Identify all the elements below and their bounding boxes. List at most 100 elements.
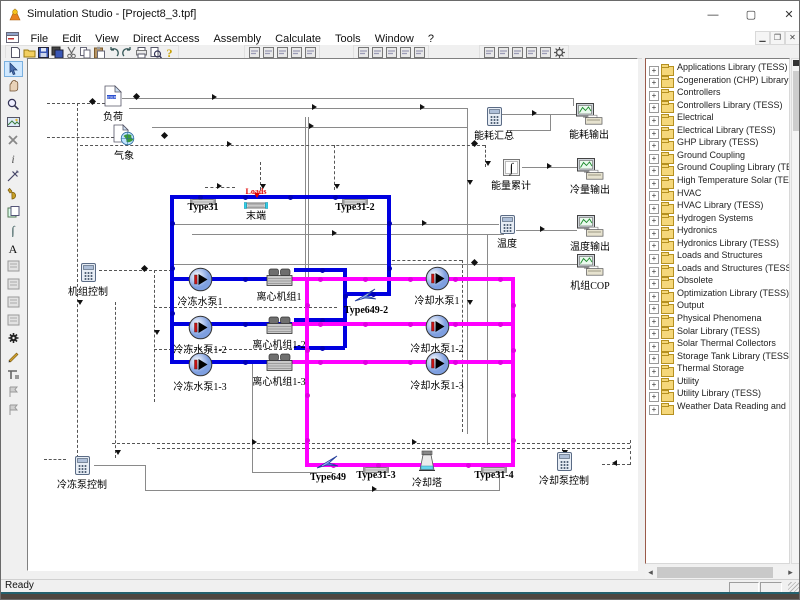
tree-item-applications-library-tess[interactable]: +Applications Library (TESS) xyxy=(649,62,788,74)
export-tool-button[interactable] xyxy=(524,46,538,57)
component-type649-2[interactable] xyxy=(354,287,378,304)
expand-icon[interactable]: + xyxy=(649,405,659,415)
delete-tool[interactable] xyxy=(4,133,23,149)
fit-width-button[interactable] xyxy=(247,46,261,57)
component-cooling-output[interactable] xyxy=(577,158,604,180)
mdi-close-button[interactable]: ✕ xyxy=(785,31,800,45)
menu-edit[interactable]: Edit xyxy=(55,32,88,46)
tree-item-optimization-library-tess[interactable]: +Optimization Library (TESS) xyxy=(649,288,789,300)
maximize-button[interactable]: ▢ xyxy=(734,5,768,25)
component-chilled-pump-control[interactable] xyxy=(75,456,90,475)
tree-item-ground-coupling-library-tess[interactable]: +Ground Coupling Library (TESS) xyxy=(649,162,790,174)
zoom-area-button[interactable] xyxy=(412,46,426,57)
tree-item-weather-data-reading-and-process[interactable]: +Weather Data Reading and Process xyxy=(649,401,790,413)
link-tool[interactable] xyxy=(4,169,23,185)
component-cooling-pump-1-2[interactable] xyxy=(425,314,450,339)
copy-button[interactable] xyxy=(78,46,92,57)
component-temperature[interactable] xyxy=(500,215,515,234)
plot-tool[interactable]: ∫ xyxy=(4,223,23,239)
open-folder-button[interactable] xyxy=(22,46,36,57)
mdi-restore-button[interactable]: ❐ xyxy=(770,31,785,45)
tree-item-storage-tank-library-tess[interactable]: +Storage Tank Library (TESS) xyxy=(649,351,790,363)
scroll-top-box[interactable] xyxy=(793,60,799,66)
tree-item-electrical[interactable]: +Electrical xyxy=(649,112,714,124)
tree-item-solar-thermal-collectors[interactable]: +Solar Thermal Collectors xyxy=(649,338,776,350)
tree-item-physical-phenomena[interactable]: +Physical Phenomena xyxy=(649,313,762,325)
component-type31-3[interactable] xyxy=(363,461,389,469)
print-button[interactable] xyxy=(134,46,148,57)
assembly-tool[interactable] xyxy=(4,205,23,221)
component-unit-control[interactable] xyxy=(81,263,96,282)
parameter-tool[interactable] xyxy=(4,187,23,203)
scroll-left-arrow[interactable]: ◂ xyxy=(645,566,656,579)
component-energy-summary[interactable] xyxy=(487,107,502,126)
component-cooling-pump-1[interactable] xyxy=(425,266,450,291)
component-cooling-pump-control[interactable] xyxy=(557,452,572,471)
menu-view[interactable]: View xyxy=(88,32,126,46)
tree-item-obsolete[interactable]: +Obsolete xyxy=(649,275,713,287)
notes-tool[interactable] xyxy=(4,313,23,329)
scroll-right-arrow[interactable]: ▸ xyxy=(785,566,796,579)
flag-b-tool[interactable] xyxy=(4,403,23,419)
component-type649[interactable] xyxy=(316,454,340,471)
tree-item-output[interactable]: +Output xyxy=(649,300,704,312)
input-file-button[interactable] xyxy=(510,46,524,57)
undo-button[interactable] xyxy=(106,46,120,57)
vscroll-thumb[interactable] xyxy=(793,71,799,131)
menu-calculate[interactable]: Calculate xyxy=(268,32,328,46)
flag-a-tool[interactable] xyxy=(4,385,23,401)
sort-down-button[interactable] xyxy=(370,46,384,57)
tree-item-solar-library-tess[interactable]: +Solar Library (TESS) xyxy=(649,326,760,338)
gear-tool[interactable] xyxy=(4,331,23,347)
tree-item-utility[interactable]: +Utility xyxy=(649,376,699,388)
tree-item-electrical-library-tess[interactable]: +Electrical Library (TESS) xyxy=(649,125,776,137)
tree-horizontal-scrollbar[interactable]: ◂ ▸ xyxy=(645,566,797,579)
component-chiller-1-3[interactable] xyxy=(266,353,293,372)
component-temperature-output[interactable] xyxy=(577,215,604,237)
hscroll-thumb[interactable] xyxy=(657,567,773,578)
component-chiller-1-2[interactable] xyxy=(266,316,293,335)
arrange-windows-button[interactable] xyxy=(303,46,317,57)
tree-item-hvac-library-tess[interactable]: +HVAC Library (TESS) xyxy=(649,200,763,212)
cut-button[interactable] xyxy=(64,46,78,57)
component-unit-cop[interactable] xyxy=(577,254,604,276)
component-energy-integrator[interactable]: ∫ xyxy=(503,159,520,176)
component-chilled-pump-1[interactable] xyxy=(188,267,213,292)
chart-tool-button[interactable] xyxy=(398,46,412,57)
menu-assembly[interactable]: Assembly xyxy=(206,32,268,46)
mdi-minimize-button[interactable]: ▁ xyxy=(755,31,770,45)
component-terminal-unit[interactable] xyxy=(244,197,268,206)
tools-tool[interactable] xyxy=(4,367,23,383)
menu-direct-access[interactable]: Direct Access xyxy=(126,32,207,46)
tree-item-utility-library-tess[interactable]: +Utility Library (TESS) xyxy=(649,388,761,400)
print-preview-button[interactable] xyxy=(148,46,162,57)
tree-vertical-scrollbar[interactable] xyxy=(791,58,800,564)
tree-item-high-temperature-solar-tess[interactable]: +High Temperature Solar (TESS) xyxy=(649,175,790,187)
pan-tool[interactable] xyxy=(4,79,23,95)
tree-item-loads-and-structures[interactable]: +Loads and Structures xyxy=(649,250,763,262)
component-weather-file[interactable] xyxy=(113,124,135,146)
component-chilled-pump-1-3[interactable] xyxy=(188,352,213,377)
info-tool[interactable]: i xyxy=(4,151,23,167)
print-assembly-button[interactable] xyxy=(538,46,552,57)
tree-item-thermal-storage[interactable]: +Thermal Storage xyxy=(649,363,744,375)
menu-file[interactable]: File xyxy=(23,32,55,46)
menu-tools[interactable]: Tools xyxy=(328,32,368,46)
component-type31-4[interactable] xyxy=(481,461,507,469)
tree-item-ground-coupling[interactable]: +Ground Coupling xyxy=(649,150,745,162)
fit-height-button[interactable] xyxy=(261,46,275,57)
tree-item-cogeneration-chp-library-tess[interactable]: +Cogeneration (CHP) Library (TESS) xyxy=(649,75,790,87)
settings-tool-button[interactable] xyxy=(552,46,566,57)
snapshot-tool[interactable] xyxy=(4,115,23,131)
hierarchy-button[interactable] xyxy=(356,46,370,57)
component-chilled-pump-1-2[interactable] xyxy=(188,315,213,340)
close-button[interactable]: ✕ xyxy=(772,5,800,25)
layers-tool[interactable] xyxy=(4,295,23,311)
tree-item-hydronics[interactable]: +Hydronics xyxy=(649,225,717,237)
window-a-tool[interactable] xyxy=(4,259,23,275)
text-tool[interactable]: A xyxy=(4,241,23,257)
tree-item-hvac[interactable]: +HVAC xyxy=(649,188,701,200)
output-file-button[interactable] xyxy=(496,46,510,57)
tree-item-controllers-library-tess[interactable]: +Controllers Library (TESS) xyxy=(649,100,783,112)
align-middle-button[interactable] xyxy=(289,46,303,57)
